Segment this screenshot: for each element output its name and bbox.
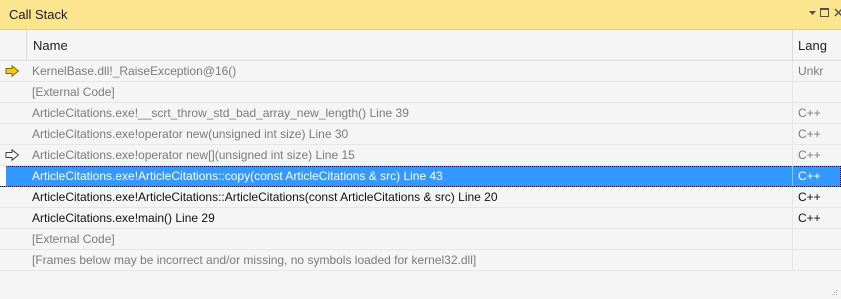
frame-language: C++ <box>798 190 821 204</box>
close-icon[interactable] <box>834 8 841 21</box>
gutter-header <box>0 30 27 61</box>
call-stack-frame-row[interactable]: ArticleCitations.exe!ArticleCitations::A… <box>0 187 841 208</box>
call-stack-frame-row[interactable]: ArticleCitations.exe!__scrt_throw_std_ba… <box>0 103 841 124</box>
frame-list: KernelBase.dll!_RaiseException@16() Unkr [… <box>0 61 841 271</box>
frame-gutter[interactable] <box>0 103 27 123</box>
title-controls <box>805 0 841 30</box>
frame-language: C++ <box>798 127 821 141</box>
frame-gutter[interactable] <box>0 61 27 81</box>
frame-gutter[interactable] <box>0 250 27 270</box>
window-title: Call Stack <box>9 7 68 22</box>
frame-gutter[interactable] <box>0 166 6 186</box>
call-stack-grid: Name Lang KernelBase.dll!_RaiseException… <box>0 30 841 299</box>
call-stack-frame-row[interactable]: [External Code] <box>0 229 841 250</box>
frame-name: [External Code] <box>27 82 793 102</box>
frame-language: C++ <box>798 106 821 120</box>
frame-name: ArticleCitations.exe!__scrt_throw_std_ba… <box>27 103 793 123</box>
frame-name: ArticleCitations.exe!operator new[](unsi… <box>27 145 793 165</box>
frame-gutter[interactable] <box>0 187 27 207</box>
frame-gutter[interactable] <box>0 82 27 102</box>
frame-name: [External Code] <box>27 229 793 249</box>
frame-language: C++ <box>798 148 821 162</box>
call-stack-frame-row[interactable]: ArticleCitations.exe!operator new[](unsi… <box>0 145 841 166</box>
column-header-language[interactable]: Lang <box>793 30 841 61</box>
frame-name: ArticleCitations.exe!operator new(unsign… <box>27 124 793 144</box>
call-stack-frame-row[interactable]: ArticleCitations.exe!ArticleCitations::c… <box>0 166 841 187</box>
current-frame-arrow-icon <box>5 65 20 77</box>
maximize-icon[interactable] <box>820 8 829 21</box>
call-stack-frame-row[interactable]: [External Code] <box>0 82 841 103</box>
frame-language <box>793 229 841 249</box>
frame-name: [Frames below may be incorrect and/or mi… <box>27 250 793 270</box>
frame-language: C++ <box>798 211 821 225</box>
frame-gutter[interactable] <box>0 145 27 165</box>
frame-gutter[interactable] <box>0 229 27 249</box>
column-header-name[interactable]: Name <box>27 30 793 61</box>
call-stack-window: Call Stack Name Lang KernelBase.dll!_Rai… <box>0 0 841 299</box>
call-stack-frame-row[interactable]: [Frames below may be incorrect and/or mi… <box>0 250 841 271</box>
frame-gutter[interactable] <box>0 124 27 144</box>
frame-language <box>793 250 841 270</box>
title-bar[interactable]: Call Stack <box>0 0 841 30</box>
dropdown-arrow-icon[interactable] <box>809 8 816 20</box>
frame-language: C++ <box>798 169 821 183</box>
caller-frame-arrow-icon <box>5 149 20 161</box>
frame-language <box>793 82 841 102</box>
frame-language: Unkr <box>798 64 824 78</box>
column-header-row: Name Lang <box>0 30 841 61</box>
frame-name: ArticleCitations.exe!main() Line 29 <box>27 208 793 228</box>
call-stack-frame-row[interactable]: KernelBase.dll!_RaiseException@16() Unkr <box>0 61 841 82</box>
frame-name: KernelBase.dll!_RaiseException@16() <box>27 61 793 81</box>
call-stack-frame-row[interactable]: ArticleCitations.exe!main() Line 29 C++ <box>0 208 841 229</box>
frame-name: ArticleCitations.exe!ArticleCitations::c… <box>27 166 793 186</box>
resize-grip-icon[interactable] <box>832 290 838 296</box>
frame-name: ArticleCitations.exe!ArticleCitations::A… <box>27 187 793 207</box>
frame-gutter[interactable] <box>0 208 27 228</box>
call-stack-frame-row[interactable]: ArticleCitations.exe!operator new(unsign… <box>0 124 841 145</box>
